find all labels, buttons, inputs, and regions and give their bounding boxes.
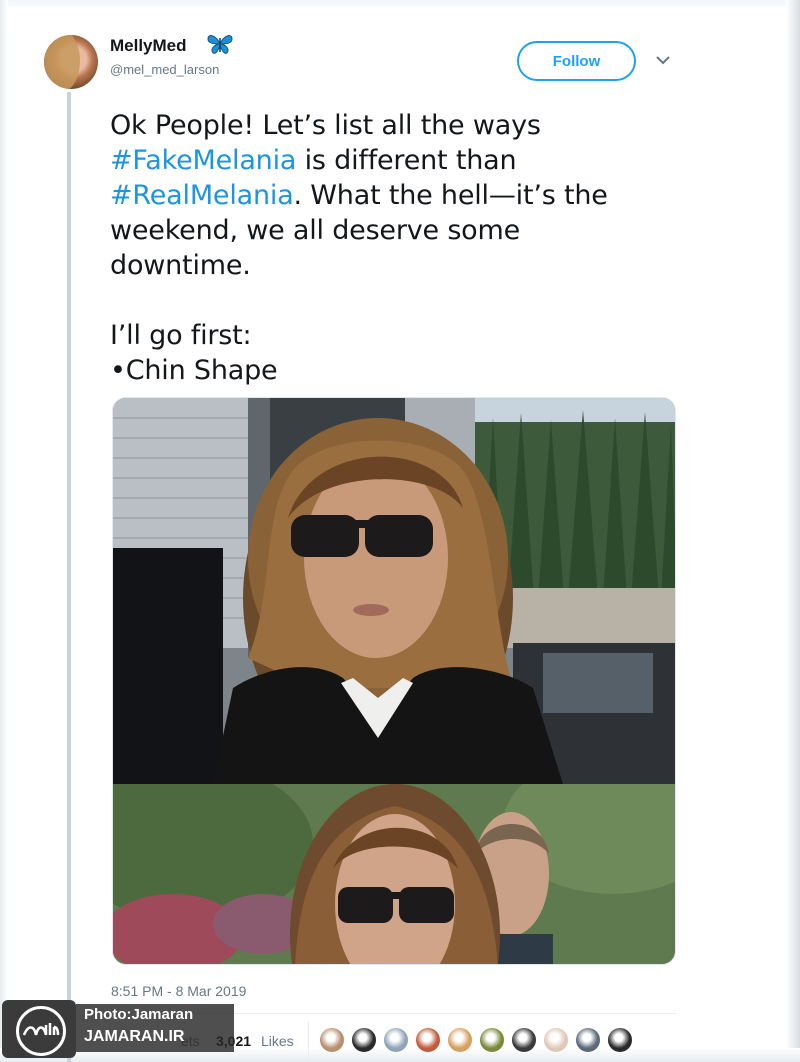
photo-bottom-illustration [113,784,675,964]
tweet-timestamp[interactable]: 8:51 PM - 8 Mar 2019 [111,983,246,999]
page-edge-right [786,0,800,1062]
display-name[interactable]: MellyMed [110,36,187,56]
liker-avatar[interactable] [543,1027,569,1053]
jamaran-logo [2,1000,76,1058]
liker-avatar[interactable] [575,1027,601,1053]
page-edge-top [0,0,800,6]
photo-top-illustration [113,398,675,784]
butterfly-icon [207,35,233,54]
liker-avatar[interactable] [479,1027,505,1053]
liker-avatars [319,1027,639,1055]
photo-top[interactable] [113,398,675,784]
likers-divider [308,1022,309,1058]
hashtag-link[interactable]: #RealMelania [110,180,294,211]
photo-bottom[interactable] [113,784,675,964]
chevron-down-icon[interactable] [653,53,673,67]
hashtag-link[interactable]: #FakeMelania [110,145,296,176]
liker-avatar[interactable] [383,1027,409,1053]
liker-avatar[interactable] [415,1027,441,1053]
photo-credit-watermark: Photo:Jamaran JAMARAN.IR [0,998,236,1062]
likes-label[interactable]: Likes [261,1033,294,1049]
tweet-text: Ok People! Let’s list all the ways #Fake… [110,108,670,388]
tweet-line: #FakeMelania is different than [110,143,670,178]
page-edge-left [0,0,8,1062]
watermark-line2: JAMARAN.IR [84,1028,185,1045]
tweet-line: Ok People! Let’s list all the ways [110,110,541,141]
liker-avatar[interactable] [447,1027,473,1053]
tweet-line: weekend, we all deserve some [110,215,521,246]
liker-avatar[interactable] [351,1027,377,1053]
thread-line [67,92,71,1062]
watermark-line1: Photo:Jamaran [84,1006,194,1023]
tweet-line-text: . What the hell—it’s the [293,180,608,211]
tweet-line: •Chin Shape [110,355,278,386]
tweet-line: #RealMelania. What the hell—it’s the [110,178,670,213]
avatar-hair [44,35,80,89]
follow-button[interactable]: Follow [517,41,636,81]
tweet-media[interactable] [112,397,676,965]
jamaran-logo-icon [22,1023,60,1036]
tweet-line: downtime. [110,250,251,281]
tweet-line: I’ll go first: [110,320,252,351]
avatar[interactable] [44,35,98,89]
user-handle[interactable]: @mel_med_larson [110,62,219,77]
liker-avatar[interactable] [319,1027,345,1053]
liker-avatar[interactable] [511,1027,537,1053]
liker-avatar[interactable] [607,1027,633,1053]
tweet-line-text: is different than [296,145,517,176]
